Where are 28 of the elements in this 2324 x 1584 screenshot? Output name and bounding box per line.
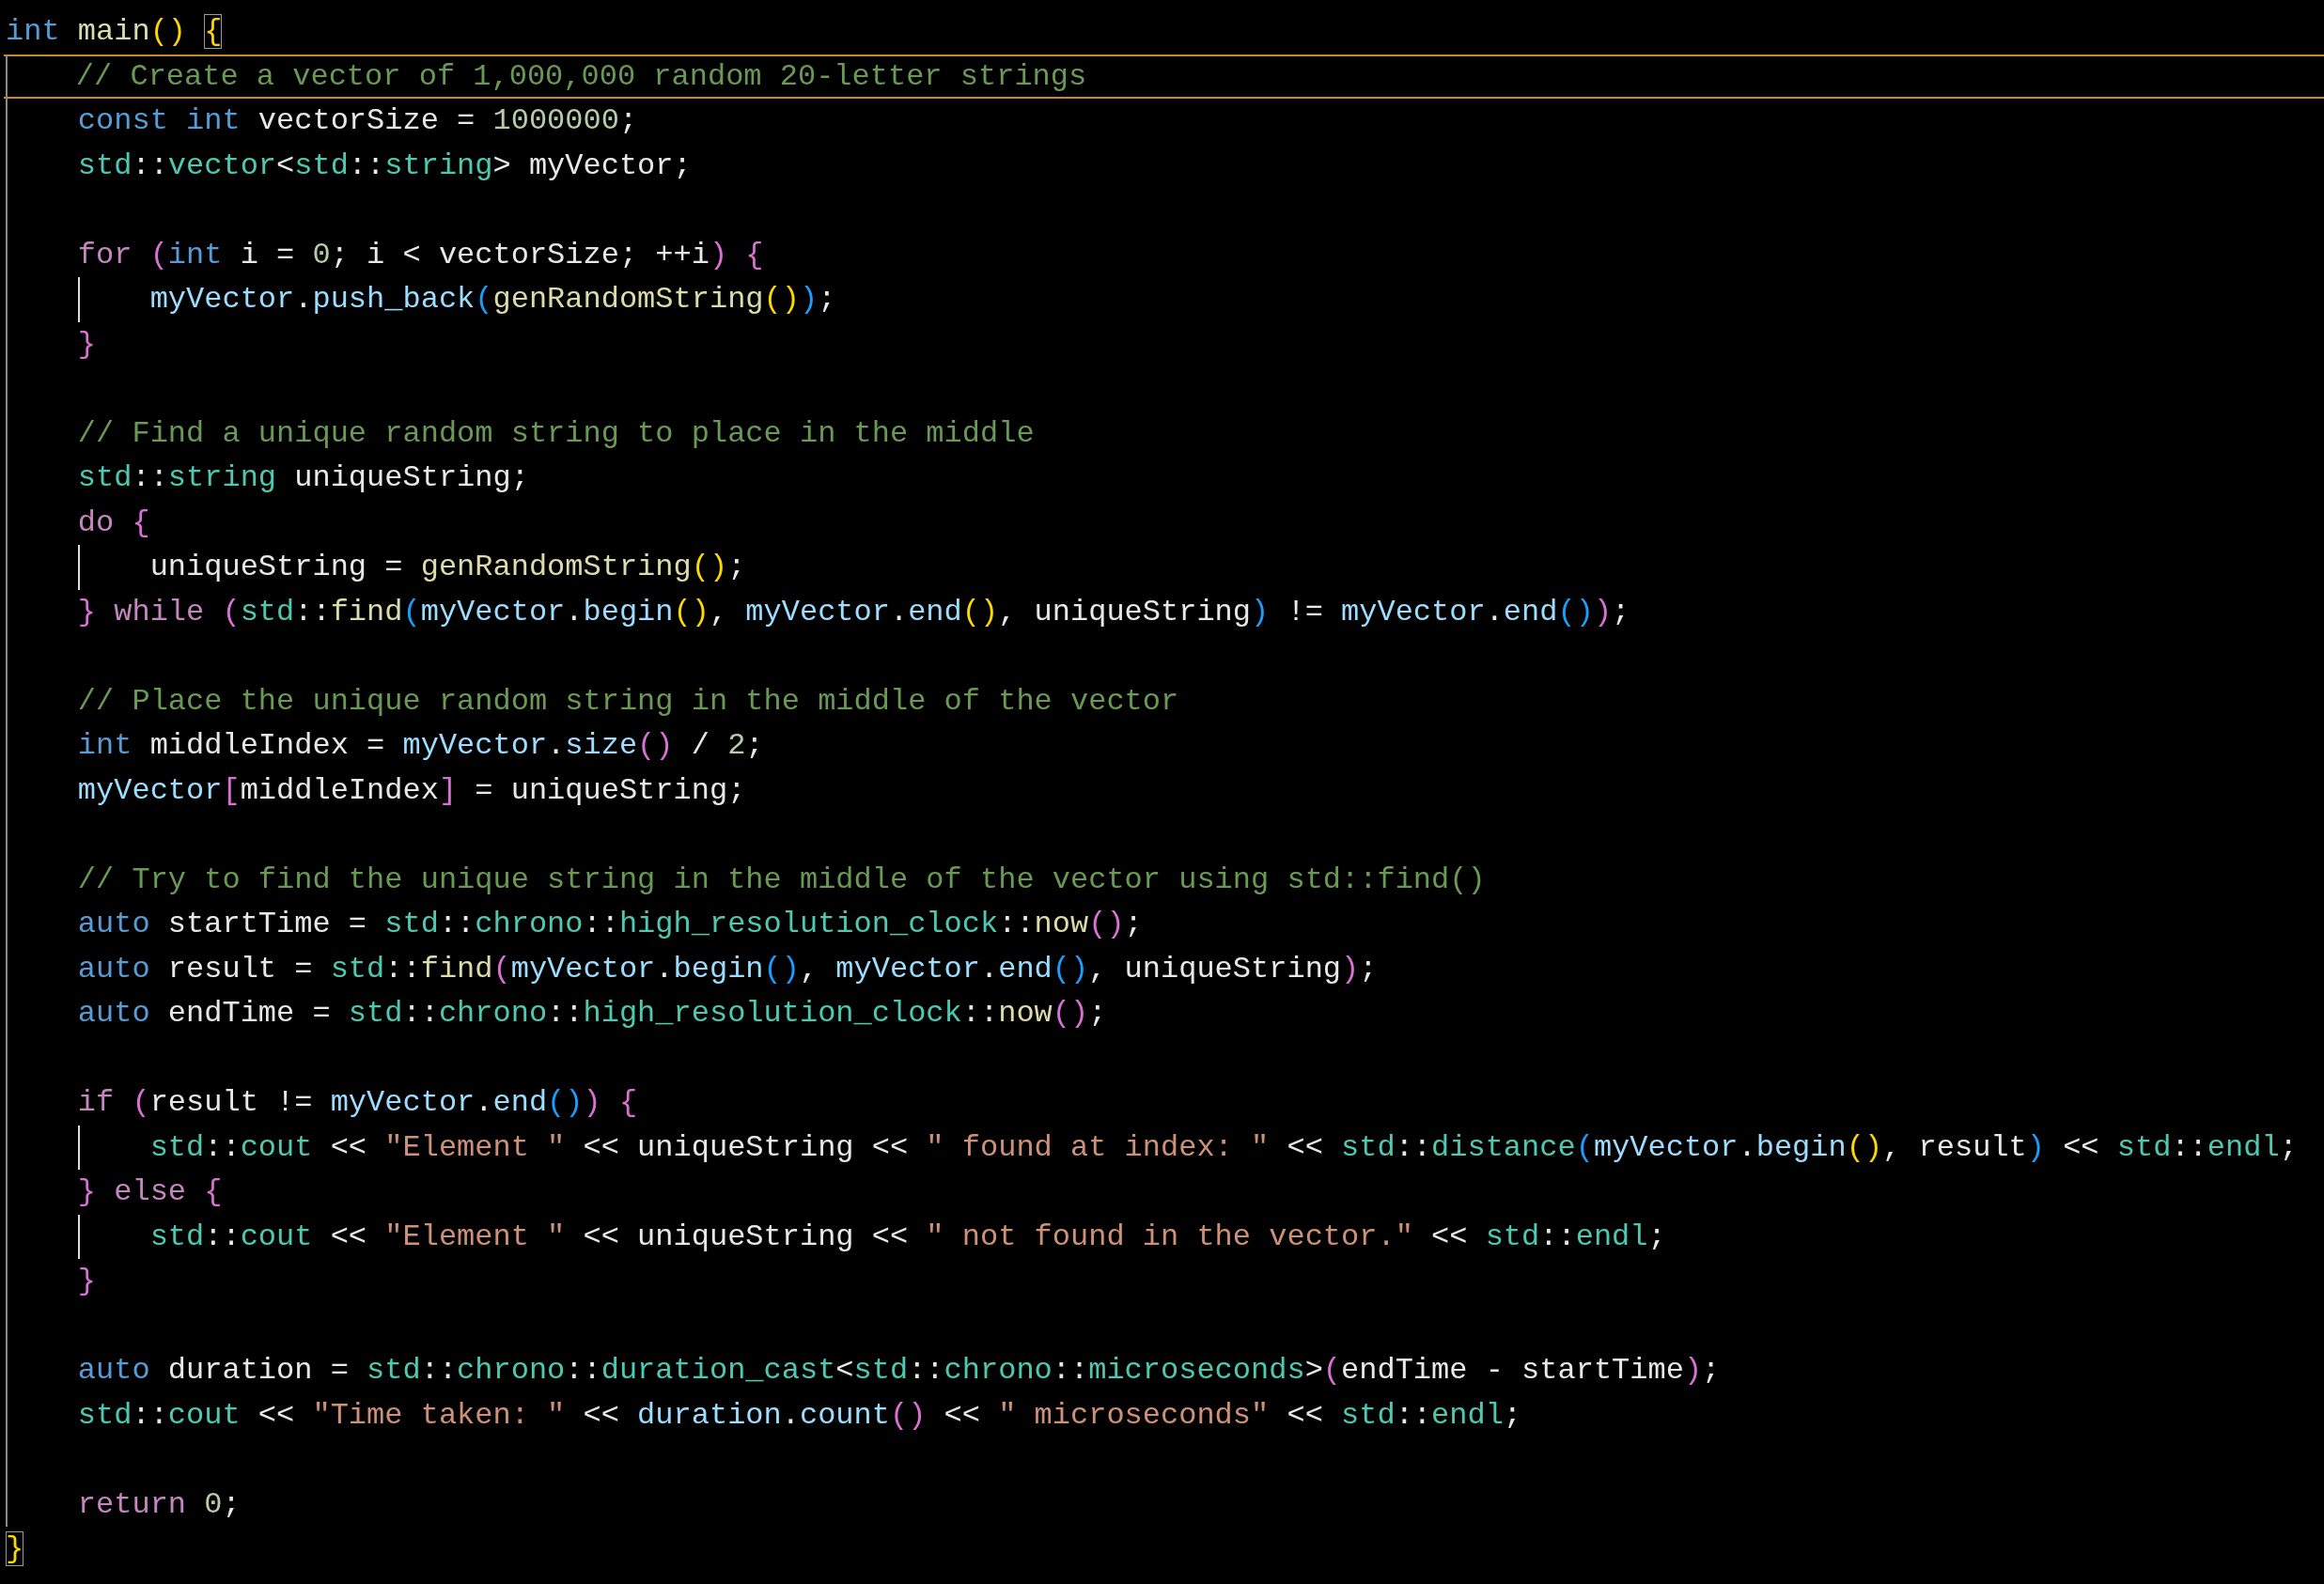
code-line: std::vector<std::string> myVector; bbox=[77, 148, 692, 183]
code-line: std::string uniqueString; bbox=[77, 460, 529, 495]
code-line: if (result != myVector.end()) { bbox=[77, 1085, 638, 1120]
code-line: // Create a vector of 1,000,000 random 20-letter strings bbox=[75, 58, 1087, 94]
code-line: int middleIndex = myVector.size() / 2; bbox=[77, 728, 764, 763]
code-line: // Try to find the unique string in the middle of the vector using std::find() bbox=[77, 862, 1486, 897]
code-line: const int vectorSize = 1000000; bbox=[77, 103, 638, 138]
code-line: std::cout << "Element " << uniqueString << " not found in the vector." << std::endl; bbox=[149, 1219, 1666, 1254]
code-line: auto result = std::find(myVector.begin(), myVector.end(), uniqueString); bbox=[77, 951, 1378, 986]
code-line: auto duration = std::chrono::duration_cast<std::chrono::microseconds>(endTime - startTime); bbox=[77, 1353, 1721, 1388]
code-line: std::cout << "Element " << uniqueString << " found at index: " << std::distance(myVector.begin(), result) << std::endl; bbox=[149, 1129, 2298, 1165]
code-line: } bbox=[6, 1531, 24, 1566]
code-line: std::cout << "Time taken: " << duration.count() << " microseconds" << std::endl; bbox=[77, 1397, 1522, 1433]
code-line: for (int i = 0; i < vectorSize; ++i) { bbox=[77, 237, 764, 272]
code-line: } else { bbox=[77, 1174, 223, 1209]
code-line: // Place the unique random string in the middle of the vector bbox=[77, 683, 1179, 719]
code-line: do { bbox=[77, 505, 150, 540]
code-line: } bbox=[77, 326, 96, 362]
code-line: int main() { bbox=[6, 14, 223, 49]
code-line: return 0; bbox=[77, 1486, 241, 1522]
code-line: uniqueString = genRandomString(); bbox=[149, 550, 746, 584]
code-line: auto endTime = std::chrono::high_resolution_clock::now(); bbox=[77, 996, 1107, 1031]
code-line: myVector[middleIndex] = uniqueString; bbox=[77, 772, 746, 808]
code-line: } bbox=[77, 1264, 96, 1298]
code-line: } while (std::find(myVector.begin(), myVector.end(), uniqueString) != myVector.end()); bbox=[77, 594, 1630, 629]
code-line: // Find a unique random string to place in the middle bbox=[77, 415, 1035, 451]
code-line: myVector.push_back(genRandomString()); bbox=[149, 282, 836, 317]
code-line: auto startTime = std::chrono::high_resolution_clock::now(); bbox=[77, 907, 1143, 941]
